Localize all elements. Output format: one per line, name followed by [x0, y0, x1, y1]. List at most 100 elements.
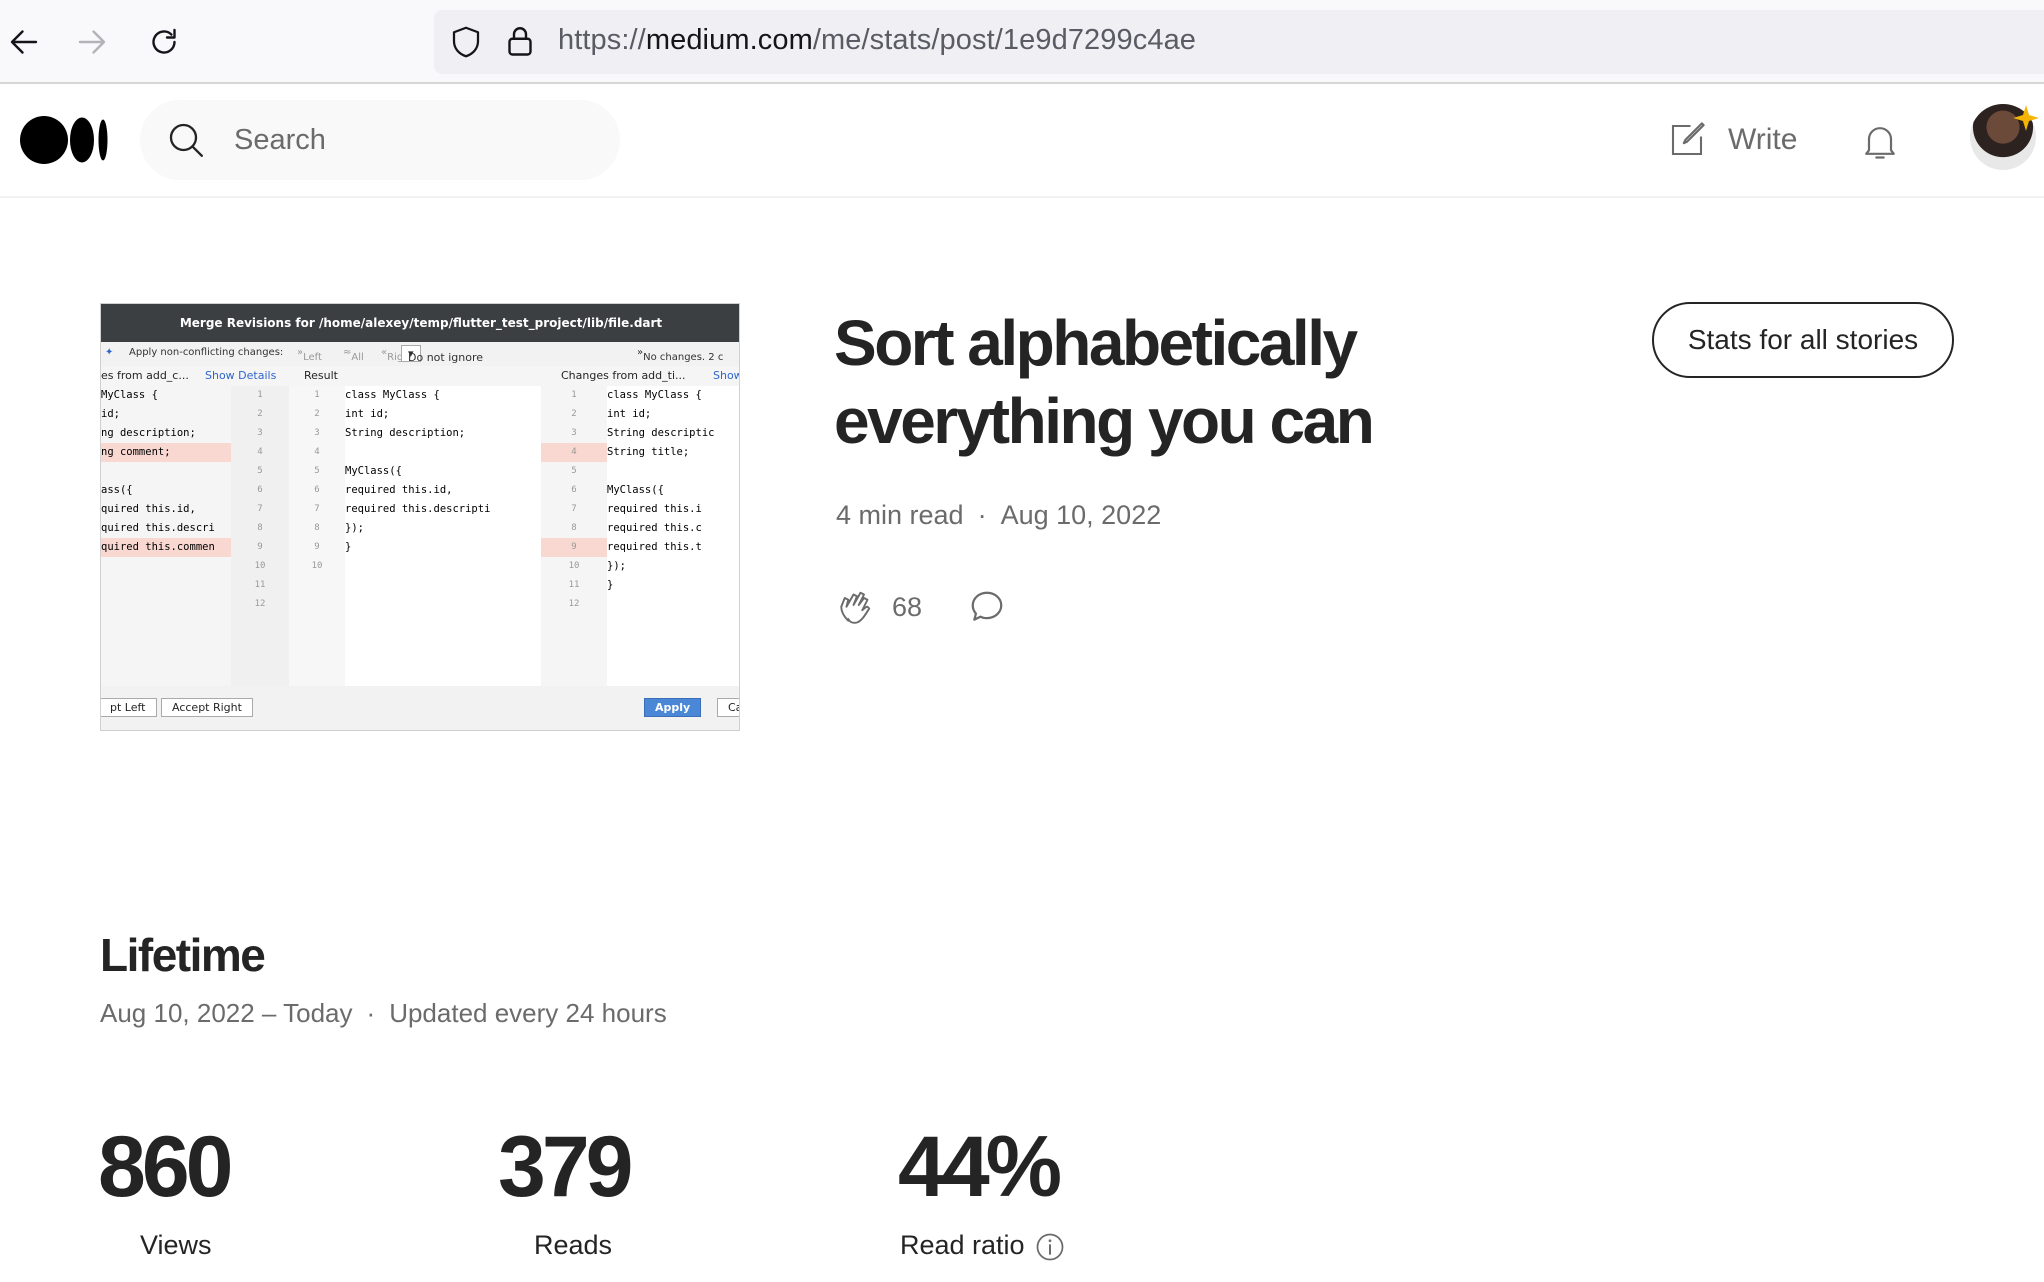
thumbnail-gutter-mid: 1 2 3 4 5 6 7 8 9 10 [289, 386, 345, 686]
code-line: ass({ [101, 484, 133, 496]
info-icon[interactable] [1035, 1232, 1065, 1262]
thumbnail-left-changes: es from add_c... [101, 369, 189, 382]
search-box[interactable] [140, 100, 620, 180]
lifetime-range: Aug 10, 2022 – Today [100, 998, 353, 1028]
thumbnail-accept-right: Accept Right [161, 698, 253, 717]
code-line: } [345, 541, 352, 553]
forward-button[interactable] [68, 18, 116, 66]
code-line: ng description; [101, 427, 196, 439]
clap-icon[interactable] [836, 584, 878, 626]
code-line: String title; [607, 446, 690, 458]
reload-icon [152, 28, 176, 54]
thumbnail-accept-left: pt Left [101, 698, 157, 717]
write-label: Write [1728, 123, 1798, 156]
thumbnail-all-label: ≈ All [343, 347, 364, 363]
code-line: class MyClass { [345, 389, 440, 401]
url-path: /me/stats/post/1e9d7299c4ae [812, 24, 1197, 56]
code-line: String descriptic [607, 427, 715, 439]
code-line: quired this.id, [101, 503, 196, 515]
thumbnail-right-label: « Right [381, 347, 413, 363]
arrow-right-icon [78, 30, 106, 54]
comment-icon[interactable] [968, 588, 1006, 626]
reads-value: 379 [498, 1119, 633, 1215]
code-line: required this.id, [345, 484, 453, 496]
thumbnail-result-code: class MyClass { int id; String descripti… [345, 386, 541, 686]
code-line: quired this.commen [101, 541, 215, 553]
thumbnail-no-changes: » No changes. 2 c [637, 347, 724, 363]
thumbnail-gutter-right: 1 2 3 4 5 6 7 8 9 10 11 12 [568, 390, 580, 609]
code-line: ng comment; [101, 446, 171, 458]
star-icon [2013, 105, 2039, 131]
arrow-left-icon [10, 30, 38, 54]
lifetime-subtitle: Aug 10, 2022 – Today · Updated every 24 ho… [100, 998, 667, 1029]
search-input[interactable] [232, 118, 592, 162]
thumbnail-result-label: Result [304, 369, 338, 382]
thumbnail-left-text: Left [303, 352, 322, 363]
lock-icon[interactable] [502, 22, 538, 60]
browser-toolbar: https://medium.com/me/stats/post/1e9d729… [0, 0, 2044, 84]
code-line: required this.descripti [345, 503, 491, 515]
thumbnail-right-changes: Changes from add_ti... [561, 369, 686, 382]
thumbnail-show: Show [713, 369, 740, 382]
code-line: required this.t [607, 541, 702, 553]
code-line: int id; [345, 408, 390, 420]
code-line: class MyClass { [607, 389, 702, 401]
thumbnail-all-text: All [351, 352, 364, 363]
medium-logo-icon[interactable] [20, 114, 110, 166]
views-label: Views [140, 1230, 212, 1260]
thumbnail-ignore-select: Do not ignore ▾ [401, 345, 483, 364]
read-time: 4 min read [836, 500, 964, 530]
lifetime-heading: Lifetime [100, 929, 266, 981]
site-header: Write [0, 84, 2044, 198]
bell-icon[interactable] [1858, 118, 1902, 164]
read-ratio-text: Read ratio [900, 1230, 1025, 1260]
read-ratio-label: Read ratio [900, 1230, 1065, 1262]
url-scheme: https:// [558, 24, 646, 56]
write-button[interactable]: Write [1666, 114, 1797, 166]
code-line: } [607, 579, 614, 591]
search-icon [169, 123, 203, 157]
write-icon [1671, 122, 1705, 156]
publish-date: Aug 10, 2022 [1000, 500, 1162, 530]
wand-icon: ✦ [105, 347, 114, 358]
back-button[interactable] [0, 18, 48, 66]
thumbnail-left-code: MyClass { id; ng description; ng comment… [101, 386, 245, 686]
code-line: required this.c [607, 522, 702, 534]
reload-button[interactable] [140, 18, 188, 66]
code-line: MyClass { [101, 389, 158, 401]
clap-count: 68 [892, 592, 923, 622]
thumbnail-right-code: class MyClass { int id; String descripti… [607, 386, 739, 686]
story-title[interactable]: Sort alphabetically everything you can [834, 304, 1454, 460]
thumbnail-left-label: » Left [297, 347, 322, 363]
lifetime-update-note: Updated every 24 hours [389, 998, 667, 1028]
code-line: String description; [345, 427, 466, 439]
story-thumbnail[interactable]: Merge Revisions for /home/alexey/temp/fl… [100, 303, 740, 731]
code-line: MyClass({ [345, 465, 402, 477]
thumbnail-apply-label: Apply non-conflicting changes: [129, 347, 284, 358]
story-meta: 4 min read · Aug 10, 2022 [836, 500, 1161, 531]
code-line: }); [607, 560, 626, 572]
views-value: 860 [98, 1119, 233, 1215]
thumbnail-no-changes-text: No changes. 2 c [643, 352, 724, 363]
code-line: MyClass({ [607, 484, 664, 496]
thumbnail-apply: Apply [644, 698, 702, 717]
thumbnail-cancel: Ca [717, 698, 739, 717]
shield-icon[interactable] [448, 24, 484, 60]
thumbnail-show-details: Show Details [205, 369, 277, 382]
meta-separator: · [366, 998, 376, 1028]
thumbnail-subheader: es from add_c... Show Details Result Cha… [101, 366, 740, 386]
stats-all-stories-button[interactable]: Stats for all stories [1652, 302, 1954, 378]
thumbnail-gutter-left: 1 2 3 4 5 6 7 8 9 10 11 12 [231, 386, 289, 686]
thumbnail-toolbar: ✦ Apply non-conflicting changes: » Left … [101, 342, 739, 366]
thumbnail-bottom-bar: pt Left Accept Right Apply Ca [101, 686, 739, 730]
code-line: id; [101, 408, 120, 420]
code-line: quired this.descri [101, 522, 215, 534]
url-bar[interactable]: https://medium.com/me/stats/post/1e9d729… [434, 10, 2044, 74]
url-text[interactable]: https://medium.com/me/stats/post/1e9d729… [558, 24, 1196, 57]
reads-label: Reads [534, 1230, 613, 1260]
code-line: int id; [607, 408, 652, 420]
read-ratio-value: 44% [898, 1119, 1062, 1215]
